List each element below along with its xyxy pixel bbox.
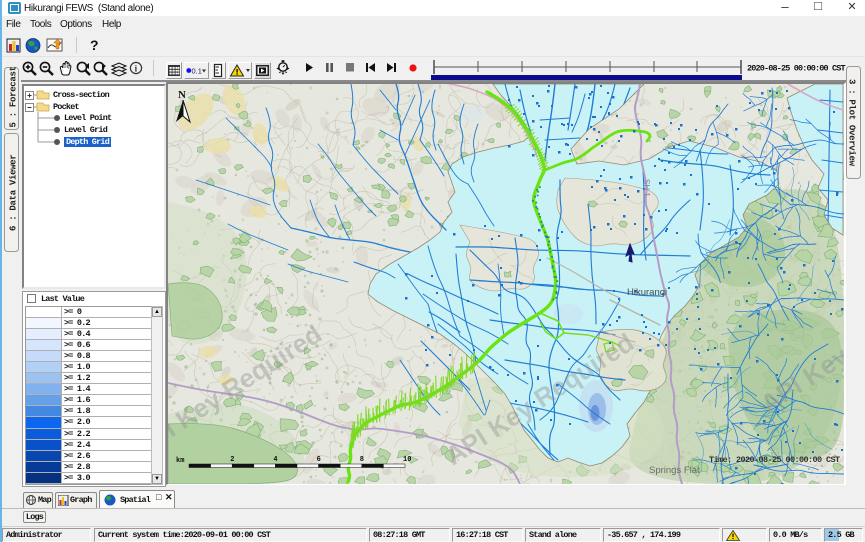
svg-text:i: i [135, 64, 138, 74]
svg-text:0.1: 0.1 [192, 67, 202, 76]
svg-text:2: 2 [230, 456, 234, 464]
svg-text:5 : Forecast: 5 : Forecast [9, 66, 19, 127]
svg-text:N: N [178, 89, 186, 101]
svg-text:?: ? [90, 37, 99, 53]
svg-text:3 : Plot Overview: 3 : Plot Overview [847, 79, 857, 167]
svg-text:Hikurangi: Hikurangi [627, 287, 667, 298]
svg-text:6: 6 [317, 456, 321, 464]
svg-text:4: 4 [273, 456, 277, 464]
svg-text:Springs Flat: Springs Flat [649, 465, 700, 476]
svg-text:10: 10 [403, 456, 411, 464]
svg-text:2020-08-25 00:00:00 CST: 2020-08-25 00:00:00 CST [747, 64, 846, 74]
svg-text:8: 8 [360, 456, 364, 464]
svg-text:km: km [176, 457, 184, 465]
svg-text:6 : Data Viewer: 6 : Data Viewer [9, 154, 19, 231]
svg-text:Time: 2020-08-25 00:00:00 CST: Time: 2020-08-25 00:00:00 CST [709, 455, 840, 465]
svg-text:SH 1: SH 1 [642, 179, 651, 197]
